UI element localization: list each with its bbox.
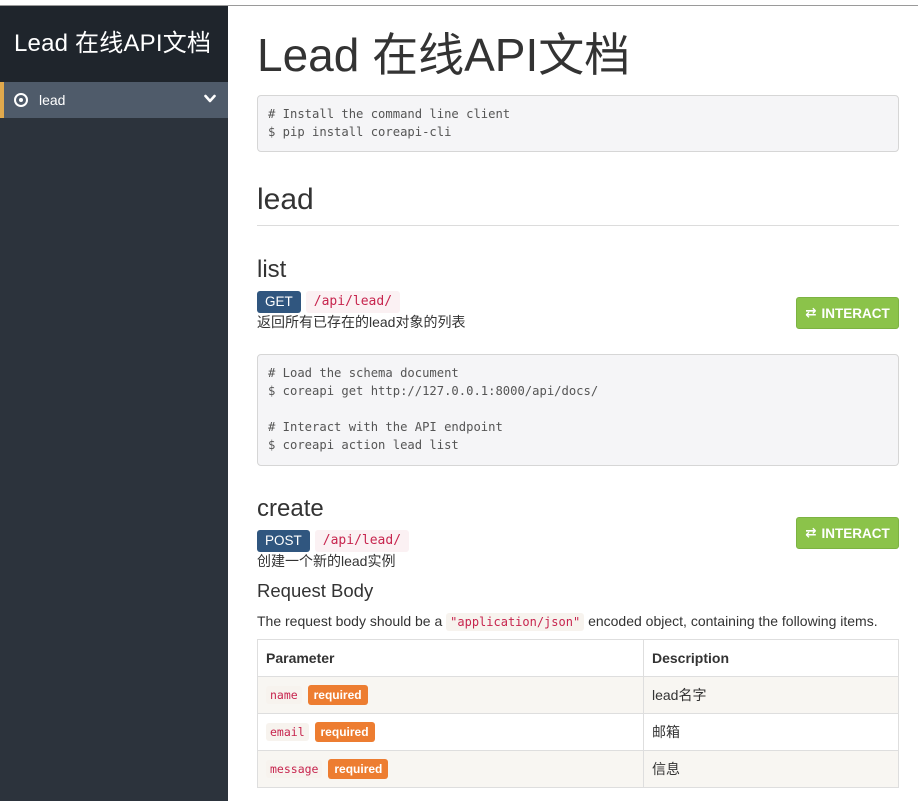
description-cell: 邮箱 [643,713,899,751]
table-row: name required lead名字 [257,676,899,714]
interact-button[interactable]: ⇄ INTERACT [796,517,899,549]
table-row: message required 信息 [257,750,899,788]
required-badge: required [328,759,389,779]
endpoint-create: create ⇄ INTERACT POST /api/lead/ 创建一个新的… [257,495,899,788]
chevron-down-icon[interactable] [204,94,216,104]
sidebar-brand[interactable]: Lead 在线API文档 [0,6,228,82]
main-content: Lead 在线API文档 # Install the command line … [257,6,899,788]
endpoint-description: 创建一个新的lead实例 [257,553,396,569]
interact-label: INTERACT [821,525,890,541]
endpoint-title: list [257,256,287,283]
request-body-text-before: The request body should be a [257,613,443,629]
request-body-text: The request body should be a "applicatio… [257,610,899,632]
interact-label: INTERACT [821,305,890,321]
method-badge: POST [257,530,310,552]
swap-arrows-icon: ⇄ [805,305,817,320]
table-row: email required 邮箱 [257,713,899,751]
param-cell: email required [257,713,644,751]
description-cell: 信息 [643,750,899,788]
section-divider [257,225,899,226]
method-badge: GET [257,291,301,313]
column-header-parameter: Parameter [257,639,644,677]
page-title: Lead 在线API文档 [257,29,631,81]
column-header-description: Description [643,639,899,677]
sidebar: Lead 在线API文档 lead [0,6,228,801]
interact-button[interactable]: ⇄ INTERACT [796,297,899,329]
endpoint-list: list ⇄ INTERACT GET /api/lead/ 返回所有已存在的l… [257,256,899,466]
install-code-block: # Install the command line client $ pip … [257,95,899,152]
sidebar-item-lead[interactable]: lead [0,82,228,118]
param-cell: name required [257,676,644,714]
request-body-title: Request Body [257,580,374,601]
param-name: name [266,686,302,704]
param-cell: message required [257,750,644,788]
param-name: email [266,723,309,741]
radio-dot-icon [14,93,28,107]
section-title-lead: lead [257,183,314,216]
param-name: message [266,760,323,778]
endpoint-code-block: # Load the schema document $ coreapi get… [257,354,899,466]
endpoint-path: /api/lead/ [314,530,410,552]
parameters-table: Parameter Description name required lead… [257,639,899,788]
description-cell: lead名字 [643,676,899,714]
required-badge: required [314,722,375,742]
required-badge: required [307,685,368,705]
request-body-text-after: encoded object, containing the following… [588,613,878,629]
swap-arrows-icon: ⇄ [805,525,817,540]
table-header-row: Parameter Description [257,639,899,677]
content-type-code: "application/json" [446,613,585,631]
endpoint-path: /api/lead/ [305,291,401,313]
sidebar-item-label: lead [39,92,66,108]
